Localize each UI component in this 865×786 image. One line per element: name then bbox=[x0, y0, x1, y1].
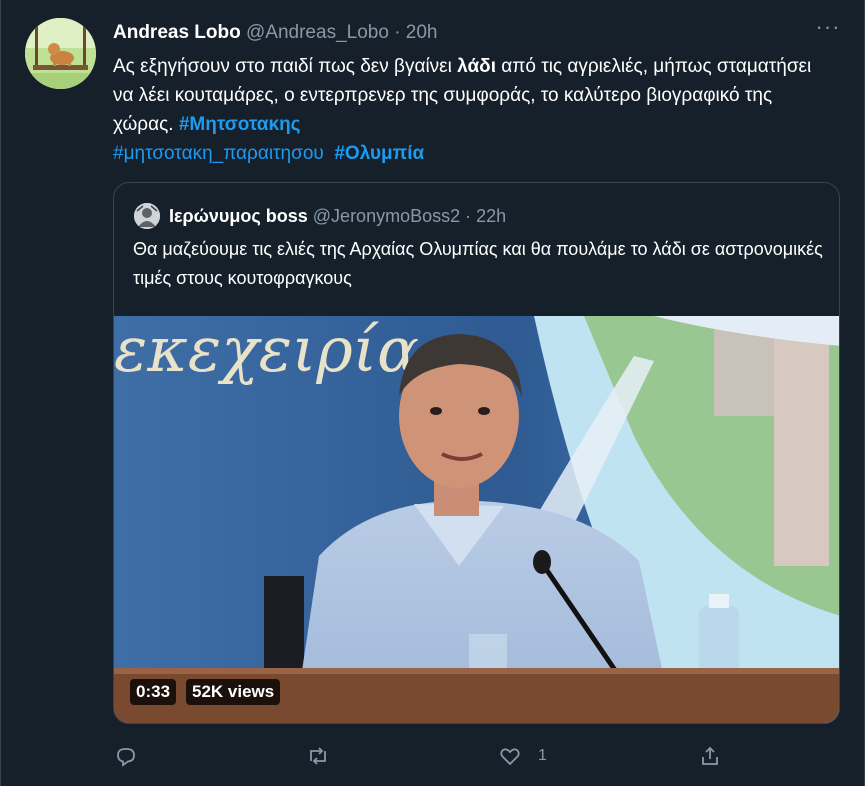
reply-icon bbox=[117, 748, 135, 767]
quoted-tweet-header: Ιερώνυμος boss @JeronymoBoss2 · 22h bbox=[169, 203, 506, 229]
share-button[interactable] bbox=[698, 740, 722, 772]
author-name[interactable]: Andreas Lobo bbox=[113, 22, 241, 43]
share-icon bbox=[702, 746, 718, 765]
separator-dot: · bbox=[394, 22, 401, 43]
avatar-image bbox=[134, 203, 160, 229]
like-button[interactable]: 1 bbox=[498, 740, 547, 772]
author-handle[interactable]: @Andreas_Lobo bbox=[246, 22, 389, 43]
avatar-image bbox=[25, 18, 96, 89]
video-views-badge: 52K views bbox=[186, 679, 281, 705]
quoted-tweet-timestamp[interactable]: 22h bbox=[476, 206, 506, 226]
retweet-button[interactable] bbox=[306, 740, 330, 772]
like-count: 1 bbox=[538, 747, 547, 764]
hashtag-link[interactable]: #μητσοτακη_παραιτησου bbox=[113, 143, 324, 164]
heart-icon bbox=[500, 748, 520, 766]
quoted-author-handle[interactable]: @JeronymoBoss2 bbox=[313, 206, 460, 226]
tweet-text-part1: Ας εξηγήσουν στο παιδί πως δεν βγαίνει bbox=[113, 56, 458, 77]
hashtag-link[interactable]: #Ολυμπία bbox=[334, 143, 424, 164]
retweet-icon bbox=[310, 747, 326, 765]
more-options-icon[interactable]: ··· bbox=[815, 16, 841, 46]
quoted-tweet[interactable]: Ιερώνυμος boss @JeronymoBoss2 · 22h Θα μ… bbox=[113, 182, 840, 724]
quoted-author-name[interactable]: Ιερώνυμος boss bbox=[169, 206, 308, 226]
tweet-actions: 1 bbox=[0, 740, 865, 772]
separator-dot: · bbox=[465, 206, 472, 226]
video-duration-badge: 0:33 bbox=[130, 679, 177, 705]
tweet-header: Andreas Lobo @Andreas_Lobo · 20h bbox=[113, 20, 438, 46]
video-frame: εκεχειρίας bbox=[114, 316, 839, 723]
author-avatar[interactable] bbox=[25, 18, 96, 89]
tweet-timestamp[interactable]: 20h bbox=[406, 22, 438, 43]
tweet-text: Ας εξηγήσουν στο παιδί πως δεν βγαίνει λ… bbox=[113, 52, 833, 168]
hashtag-link[interactable]: #Μητσοτακης bbox=[179, 114, 301, 135]
quoted-tweet-text: Θα μαζεύουμε τις ελιές της Αρχαίας Ολυμπ… bbox=[133, 239, 823, 288]
tweet-text-bold: λάδι bbox=[457, 56, 496, 77]
video-player[interactable]: εκεχειρίας bbox=[114, 316, 839, 723]
quoted-author-avatar bbox=[134, 203, 160, 229]
reply-button[interactable] bbox=[114, 740, 138, 772]
